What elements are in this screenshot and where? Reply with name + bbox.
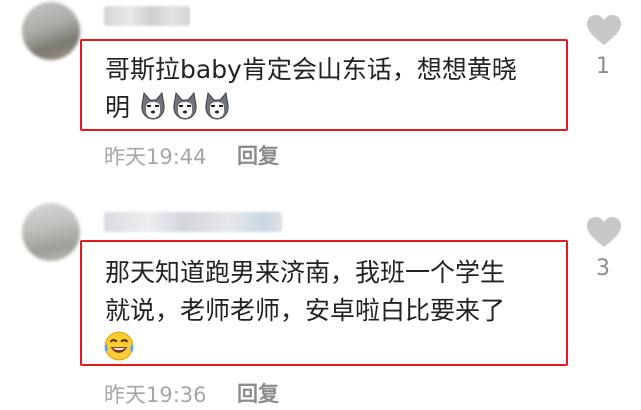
comment-item: 3 那天知道跑男来济南，我班一个学生 就说，老师老师，安卓啦白比要来了 昨天19…: [0, 200, 641, 410]
highlighted-comment-text: 那天知道跑男来济南，我班一个学生 就说，老师老师，安卓啦白比要来了: [80, 240, 568, 366]
avatar[interactable]: [22, 203, 80, 261]
emoji-row: [104, 330, 548, 368]
reply-button[interactable]: 回复: [237, 378, 279, 408]
heart-icon[interactable]: [586, 14, 622, 46]
comment-item: 1 哥斯拉baby肯定会山东话，想想黄晓 明 昨天19:44 回复: [0, 0, 641, 200]
laughing-crying-emoji: [104, 331, 134, 361]
reply-button[interactable]: 回复: [237, 140, 279, 170]
comment-text-line-2: 明: [105, 89, 548, 127]
heart-icon[interactable]: [586, 216, 622, 248]
username-blurred[interactable]: [104, 212, 282, 232]
comment-timestamp: 昨天19:44: [104, 145, 207, 169]
like-count: 3: [596, 256, 610, 281]
husky-emoji: [205, 91, 229, 120]
username-blurred[interactable]: [104, 6, 190, 26]
comment-text: 明: [105, 93, 131, 122]
comment-text-line-2: 就说，老师老师，安卓啦白比要来了: [105, 296, 506, 325]
avatar[interactable]: [22, 2, 80, 60]
comment-text-line: 那天知道跑男来济南，我班一个学生: [105, 258, 506, 287]
husky-emoji: [173, 91, 197, 120]
comment-text-line: 哥斯拉baby肯定会山东话，想想黄晓: [105, 55, 517, 84]
comment-timestamp: 昨天19:36: [104, 383, 207, 407]
husky-emoji: [141, 91, 165, 120]
highlighted-comment-text: 哥斯拉baby肯定会山东话，想想黄晓 明: [80, 39, 568, 131]
like-count: 1: [596, 54, 610, 79]
